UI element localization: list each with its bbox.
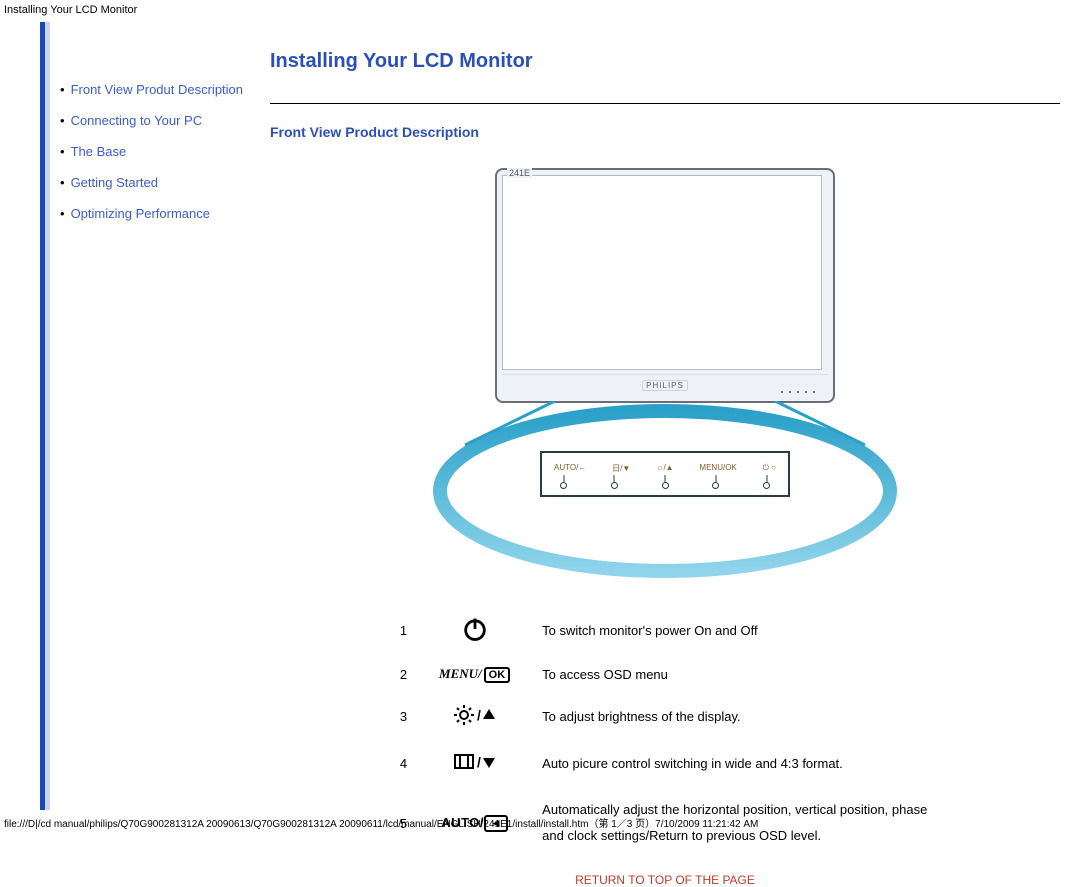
footer-path: file:///D|/cd manual/philips/Q70G9002813… — [4, 815, 758, 830]
monitor-figure: 241E PHILIPS — [425, 168, 905, 581]
table-row: 1 To switch monitor's power On and Off — [384, 605, 946, 656]
row-number: 3 — [384, 693, 423, 740]
monitor-chin: PHILIPS — [502, 374, 828, 396]
svg-text:/: / — [477, 754, 481, 770]
panel-label: 日/▼ — [612, 463, 630, 474]
table-row: 2 MENU/OK To access OSD menu — [384, 656, 946, 693]
bullet-icon: • — [60, 144, 65, 159]
table-row: 3 / To adjust brightness of the display. — [384, 693, 946, 740]
row-desc: Auto picure control switching in wide an… — [526, 740, 946, 787]
row-number: 4 — [384, 740, 423, 787]
sidebar-item-the-base[interactable]: The Base — [71, 144, 127, 159]
page-tab-title: Installing Your LCD Monitor — [4, 4, 137, 16]
chin-indicator-dots — [781, 391, 815, 393]
row-number: 1 — [384, 605, 423, 656]
sidebar-item-front-view[interactable]: Front View Produt Description — [71, 82, 243, 97]
row-desc: To switch monitor's power On and Off — [526, 605, 946, 656]
panel-label: ⏻ ○ — [763, 463, 776, 474]
button-panel-zoom: AUTO/← 日/▼ ☼/▲ MENU/OK ⏻ ○ — [540, 451, 790, 497]
sidebar-nav: • Front View Produt Description • Connecti… — [60, 82, 270, 237]
panel-label: ☼/▲ — [656, 463, 673, 474]
bullet-icon: • — [60, 113, 65, 128]
divider — [270, 103, 1060, 104]
section-heading: Front View Product Description — [270, 124, 1060, 140]
main-content: Installing Your LCD Monitor Front View P… — [270, 50, 1060, 887]
table-row: 4 / Auto picure control switching in wid… — [384, 740, 946, 787]
left-color-bands — [40, 22, 50, 810]
menu-ok-icon: MENU/OK — [423, 656, 526, 693]
bullet-icon: • — [60, 82, 65, 97]
panel-label: AUTO/← — [554, 463, 586, 474]
sidebar-item-getting-started[interactable]: Getting Started — [71, 175, 158, 190]
panel-label: MENU/OK — [699, 463, 736, 474]
brightness-up-icon: / — [423, 693, 526, 740]
row-number: 2 — [384, 656, 423, 693]
page-title: Installing Your LCD Monitor — [270, 50, 1060, 73]
svg-text:/: / — [477, 707, 481, 723]
bullet-icon: • — [60, 206, 65, 221]
row-desc: To adjust brightness of the display. — [526, 693, 946, 740]
sidebar-item-connecting[interactable]: Connecting to Your PC — [71, 113, 203, 128]
monitor-screen — [502, 175, 822, 370]
bullet-icon: • — [60, 175, 65, 190]
sidebar-item-optimizing[interactable]: Optimizing Performance — [71, 206, 210, 221]
power-icon — [423, 605, 526, 656]
callout-ellipse: AUTO/← 日/▼ ☼/▲ MENU/OK ⏻ ○ — [425, 411, 905, 581]
row-desc: To access OSD menu — [526, 656, 946, 693]
panel-button-dots — [554, 482, 776, 489]
monitor-bezel: 241E PHILIPS — [495, 168, 835, 403]
monitor-model-label: 241E — [507, 168, 532, 178]
brand-badge: PHILIPS — [642, 380, 688, 391]
return-to-top-link[interactable]: RETURN TO TOP OF THE PAGE — [270, 873, 1060, 887]
aspect-down-icon: / — [423, 740, 526, 787]
